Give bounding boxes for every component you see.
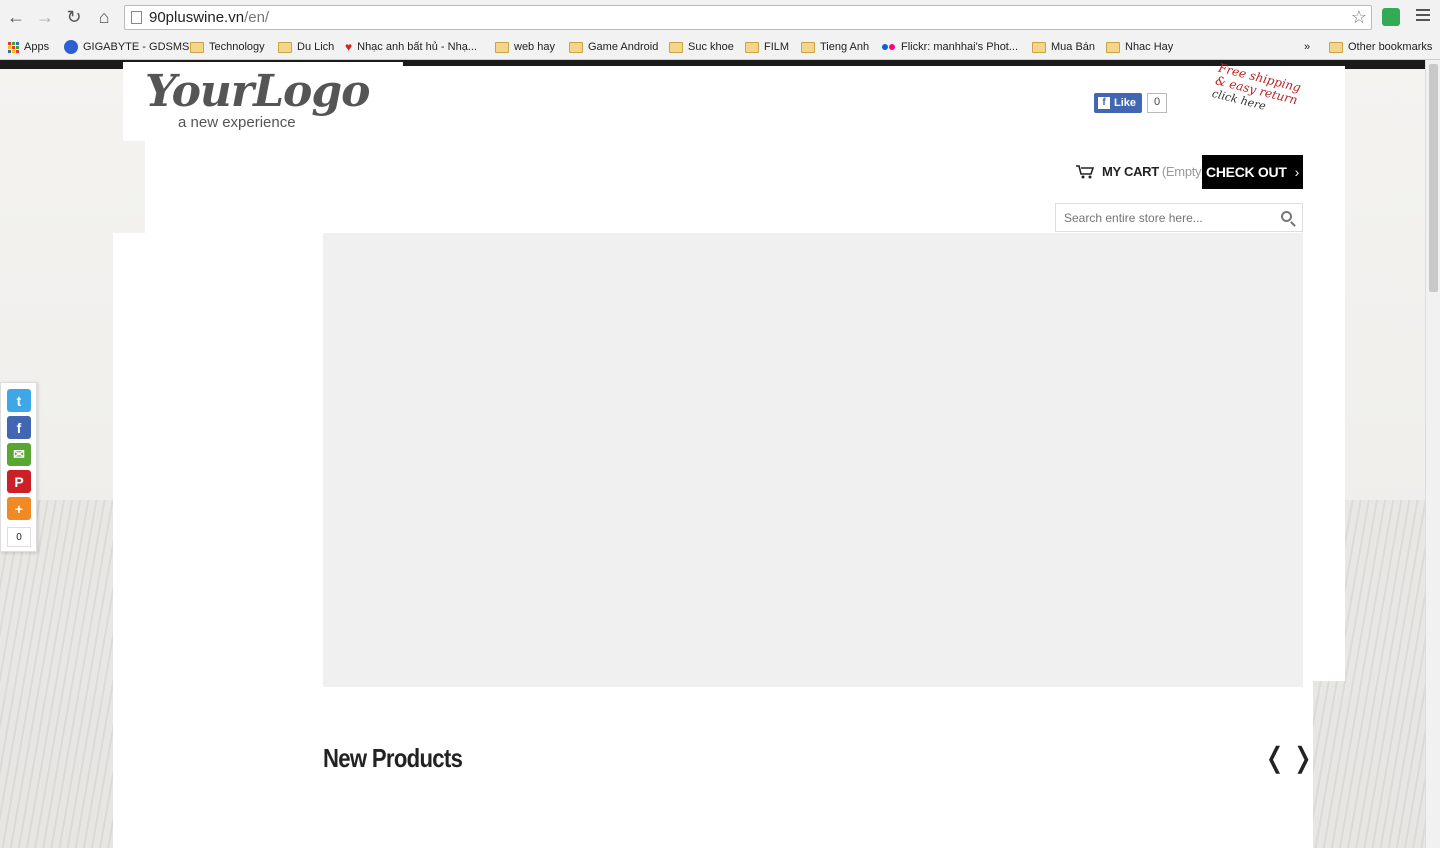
bookmark-star-icon[interactable]: ☆ <box>1351 7 1367 28</box>
home-icon[interactable]: ⌂ <box>92 5 116 29</box>
share-count: 0 <box>7 527 31 547</box>
more-share-icon[interactable]: + <box>7 497 31 520</box>
bookmark-gigabyte[interactable]: GIGABYTE - GDSMS <box>64 39 189 55</box>
bookmarks-overflow-icon[interactable]: » <box>1304 39 1310 55</box>
heart-icon: ♥ <box>345 40 353 54</box>
chevron-right-icon: › <box>1294 164 1300 180</box>
bookmark-tieng-anh[interactable]: Tieng Anh <box>801 39 869 55</box>
store-search <box>1055 203 1303 232</box>
bookmark-flickr[interactable]: Flickr: manhhai's Phot... <box>882 39 1018 55</box>
social-share-bar: t f ✉ P + 0 <box>0 382 37 552</box>
folder-icon <box>1032 41 1046 53</box>
folder-icon <box>1106 41 1120 53</box>
facebook-like-count: 0 <box>1147 93 1168 113</box>
flickr-icon <box>882 44 896 50</box>
logo-tagline: a new experience <box>178 114 296 131</box>
bookmark-suc-khoe[interactable]: Suc khoe <box>669 39 734 55</box>
facebook-like-button[interactable]: f Like <box>1094 93 1143 113</box>
hero-banner[interactable] <box>323 233 1303 687</box>
bookmark-mua-ban[interactable]: Mua Bán <box>1032 39 1095 55</box>
bookmark-other[interactable]: Other bookmarks <box>1329 39 1432 55</box>
email-share-icon[interactable]: ✉ <box>7 443 31 466</box>
bookmark-apps[interactable]: Apps <box>8 39 49 55</box>
scrollbar-thumb[interactable] <box>1429 64 1438 292</box>
bookmark-nhac-anh[interactable]: ♥ Nhạc anh bất hủ - Nhạ... <box>345 39 477 55</box>
browser-toolbar: ← → ↻ ⌂ 90pluswine.vn/en/ ☆ <box>0 0 1440 34</box>
forward-arrow-icon[interactable]: → <box>33 5 57 29</box>
folder-icon <box>669 41 683 53</box>
facebook-icon: f <box>1098 97 1110 109</box>
cart-label: MY CART <box>1102 164 1159 179</box>
gigabyte-icon <box>64 40 78 54</box>
chrome-menu-icon[interactable] <box>1416 9 1430 24</box>
bookmark-web-hay[interactable]: web hay <box>495 39 555 55</box>
bookmark-game-android[interactable]: Game Android <box>569 39 658 55</box>
checkout-button[interactable]: CHECK OUT › <box>1202 155 1303 189</box>
new-products-title: New Products <box>323 743 463 773</box>
extension-icon[interactable] <box>1382 8 1400 26</box>
site-logo[interactable]: YourLogo a new experience <box>123 62 1345 681</box>
search-input[interactable] <box>1056 204 1266 231</box>
bookmark-du-lich[interactable]: Du Lich <box>278 39 334 55</box>
folder-icon <box>745 41 759 53</box>
bookmark-film[interactable]: FILM <box>745 39 789 55</box>
url-text[interactable]: 90pluswine.vn/en/ <box>149 9 269 26</box>
address-bar[interactable]: 90pluswine.vn/en/ ☆ <box>124 5 1372 30</box>
apps-grid-icon <box>8 41 19 53</box>
carousel-next-arrow-icon[interactable]: ❭ <box>1291 741 1314 774</box>
cart-icon <box>1076 164 1094 178</box>
back-arrow-icon[interactable]: ← <box>4 5 28 29</box>
pinterest-share-icon[interactable]: P <box>7 470 31 493</box>
twitter-share-icon[interactable]: t <box>7 389 31 412</box>
folder-icon <box>801 41 815 53</box>
folder-icon <box>495 41 509 53</box>
folder-icon <box>1329 41 1343 53</box>
facebook-share-icon[interactable]: f <box>7 416 31 439</box>
bookmarks-bar: Apps GIGABYTE - GDSMS Technology Du Lich… <box>0 34 1440 60</box>
search-icon[interactable] <box>1281 211 1292 222</box>
web-page: YourLogo a new experience f Like 0 Free … <box>0 60 1425 848</box>
page-icon <box>131 11 142 24</box>
bookmark-technology[interactable]: Technology <box>190 39 265 55</box>
reload-icon[interactable]: ↻ <box>62 5 86 29</box>
folder-icon <box>569 41 583 53</box>
bookmark-nhac-hay[interactable]: Nhac Hay <box>1106 39 1173 55</box>
facebook-like-widget: f Like 0 <box>1094 93 1168 113</box>
my-cart-link[interactable]: MY CART (Empty) <box>1076 164 1206 179</box>
carousel-prev-arrow-icon[interactable]: ❬ <box>1263 741 1286 774</box>
page-scrollbar[interactable] <box>1425 60 1440 848</box>
background-sketch-left <box>0 500 113 848</box>
main-content: New Products ❬ ❭ <box>113 233 1314 848</box>
folder-icon <box>278 41 292 53</box>
cart-status: (Empty) <box>1161 164 1206 179</box>
folder-icon <box>190 41 204 53</box>
